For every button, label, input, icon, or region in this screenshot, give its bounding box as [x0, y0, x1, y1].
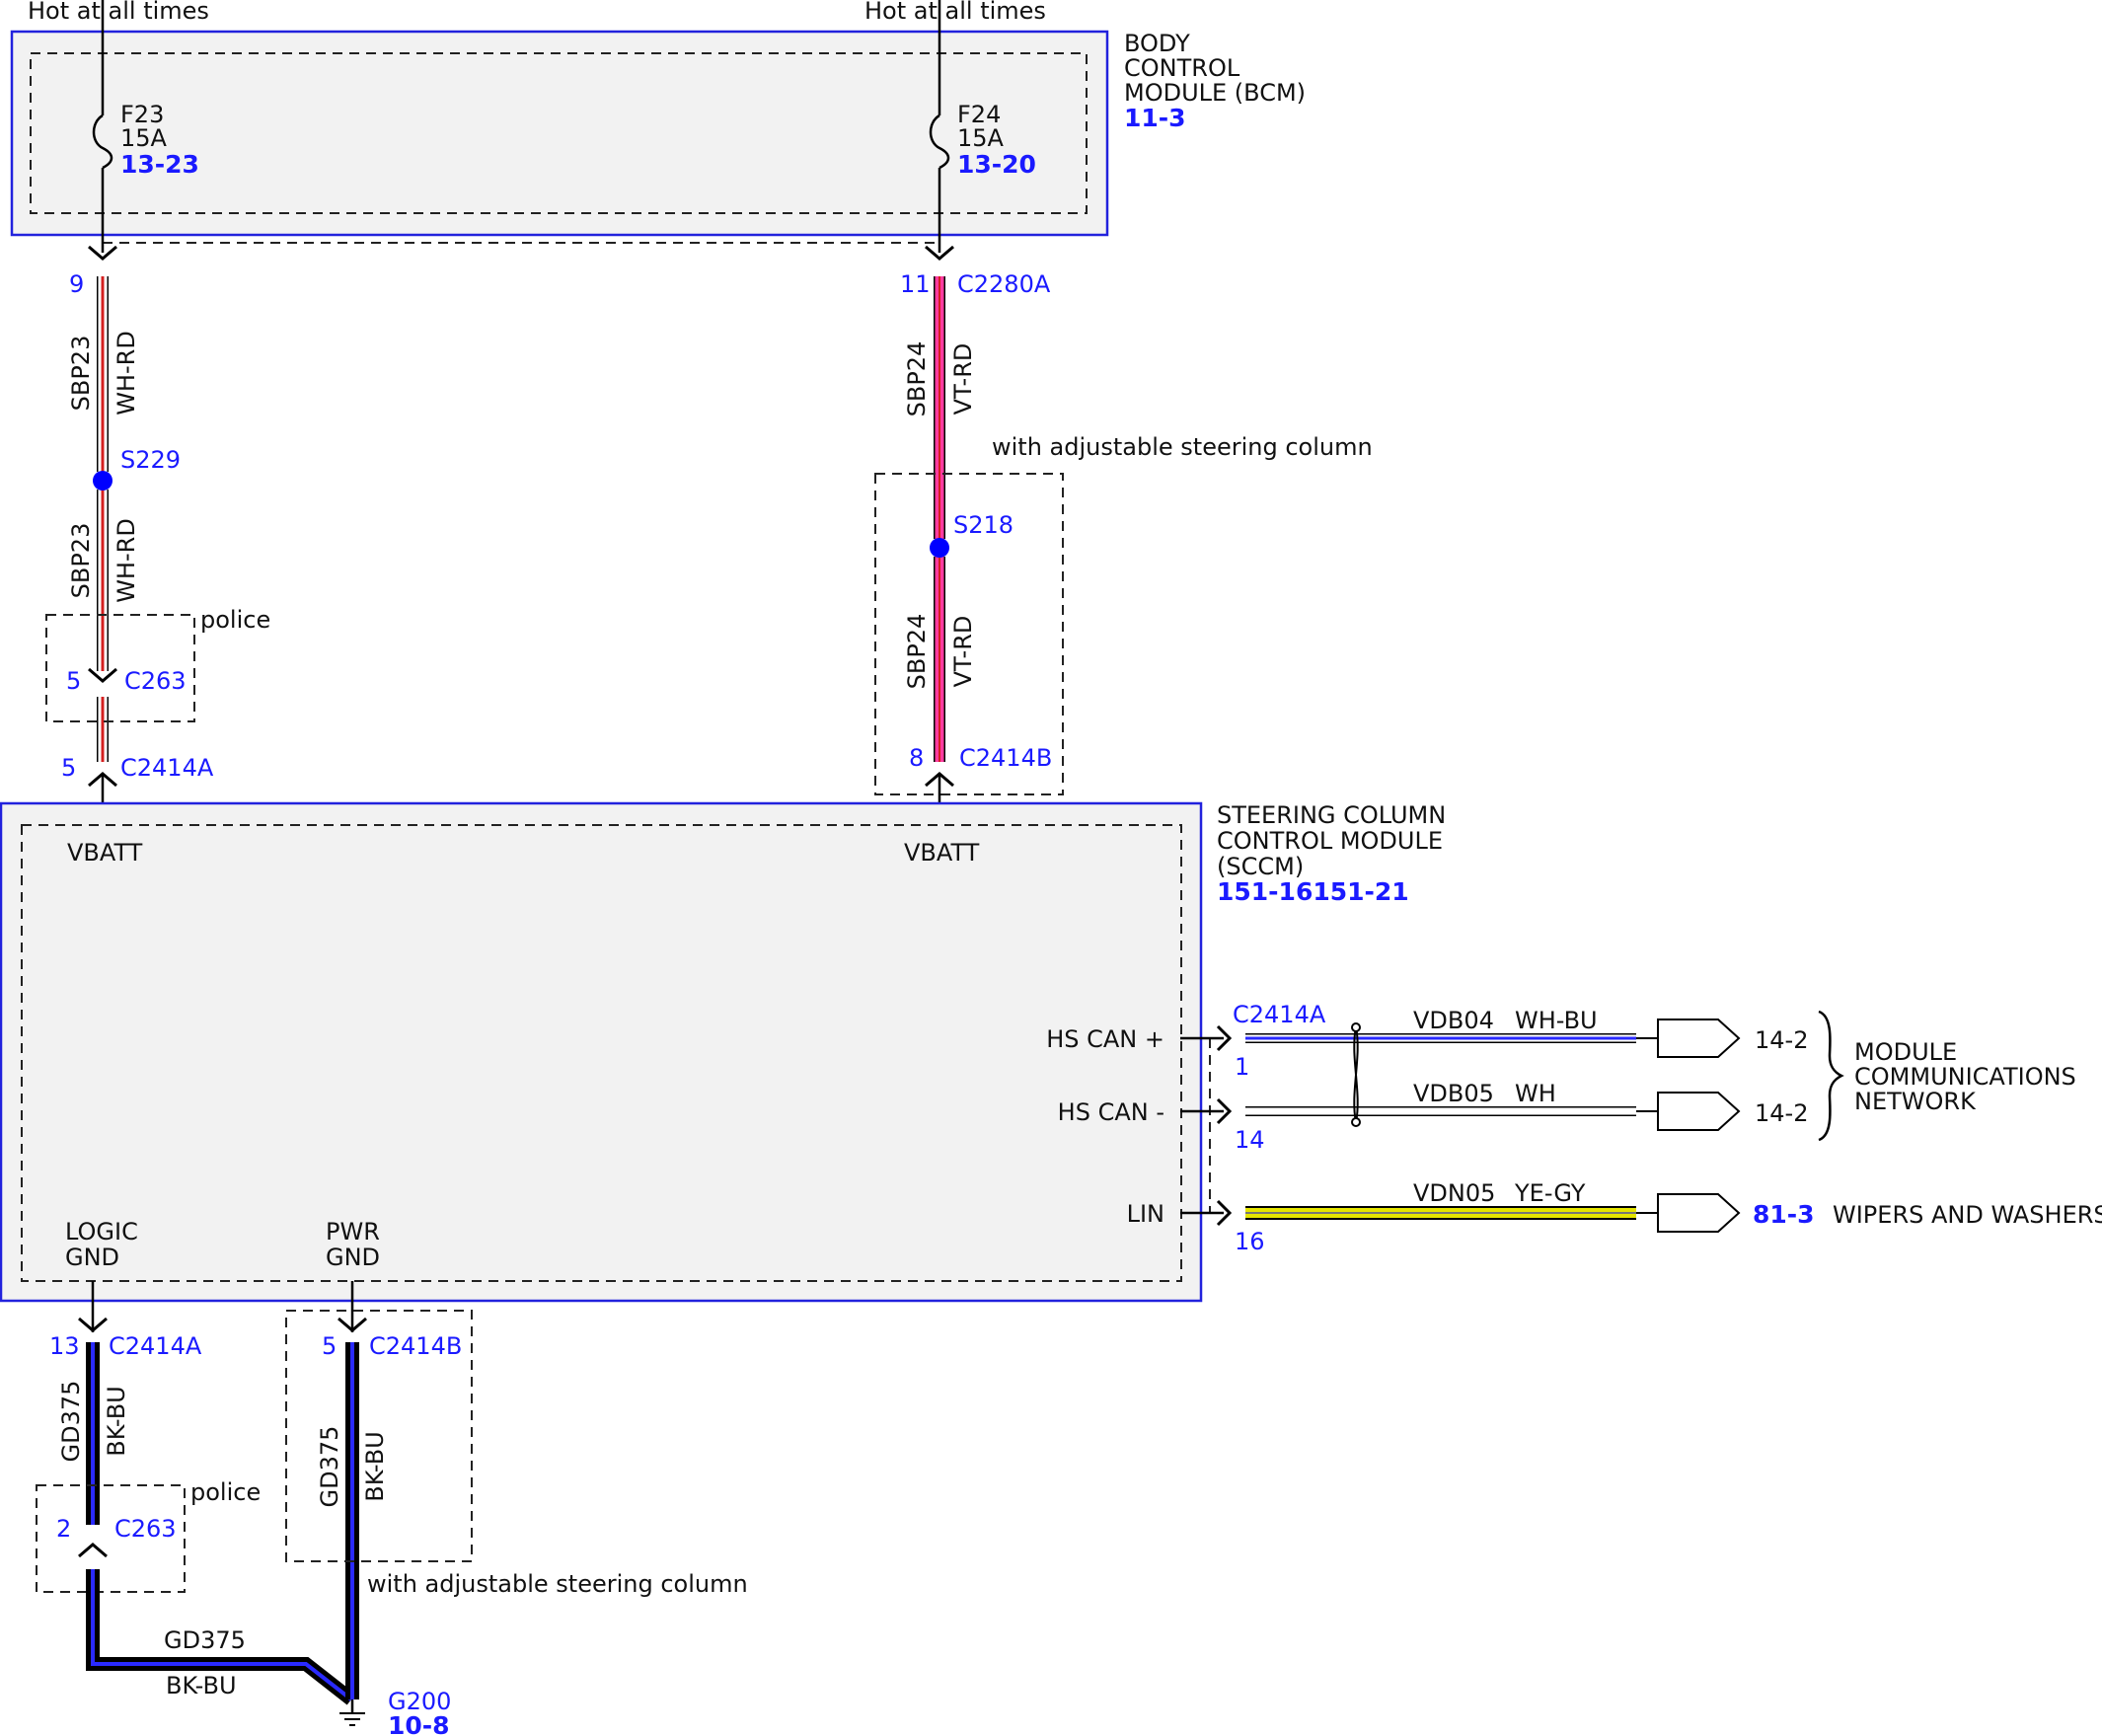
can-plus-pin: 1 [1235, 1053, 1249, 1081]
sccm-module[interactable] [0, 801, 1203, 1303]
bcm-title-line3: MODULE (BCM) [1124, 79, 1306, 107]
right-wire1-circuit: SBP24 [903, 341, 931, 417]
ground-g200-ref-link[interactable]: 10-8 [388, 1711, 450, 1736]
bcm-module[interactable] [10, 30, 1109, 237]
right-wire1-color: VT-RD [949, 343, 977, 415]
left-wire2-color: WH-RD [113, 518, 140, 603]
right-wire2-circuit: SBP24 [903, 614, 931, 690]
vdb05-color: WH [1515, 1080, 1556, 1107]
can-plus-destination-ref: 14-2 [1755, 1026, 1808, 1054]
logic-gnd-connector-label: C2414A [109, 1332, 202, 1360]
network-group-line2: COMMUNICATIONS [1854, 1063, 2076, 1091]
sccm-title-line3: (SCCM) [1217, 853, 1304, 880]
right-top-pin: 11 [900, 270, 931, 298]
vdb04-color: WH-BU [1515, 1007, 1598, 1034]
right-power-label: Hot at all times [864, 0, 1046, 25]
adjustable-column-option-label-top: with adjustable steering column [992, 433, 1373, 461]
pwr-gnd-wire-color: BK-BU [361, 1431, 389, 1502]
c263-bottom-connector-icon[interactable] [78, 1543, 108, 1558]
fuse-f24-rating: 15A [957, 124, 1005, 152]
sccm-logic-gnd-line2: GND [65, 1244, 119, 1271]
bcm-ref-link[interactable]: 11-3 [1124, 104, 1186, 132]
c2280a-connector-label: C2280A [957, 270, 1051, 298]
logic-gnd-wire-color: BK-BU [103, 1386, 130, 1457]
sccm-pwr-gnd-line2: GND [326, 1244, 380, 1271]
splice-s218-label: S218 [953, 511, 1013, 539]
splice-s229-label: S229 [120, 446, 181, 474]
splice-s229-icon[interactable] [93, 471, 113, 491]
c263-bottom-connector-label: C263 [114, 1515, 177, 1543]
logic-gnd-pin: 13 [49, 1332, 80, 1360]
sccm-lin: LIN [1127, 1200, 1164, 1228]
police-option-label-top: police [200, 606, 270, 634]
c2414b-vbatt-connector-label: C2414B [959, 744, 1052, 772]
left-wire1-circuit: SBP23 [67, 336, 95, 412]
can-plus-destination-icon[interactable] [1657, 1019, 1741, 1058]
left-wire1-color: WH-RD [113, 331, 140, 415]
network-group-line3: NETWORK [1854, 1088, 1977, 1115]
logic-gnd-bottom-color: BK-BU [166, 1672, 237, 1699]
can-minus-destination-icon[interactable] [1657, 1092, 1741, 1131]
network-brace-icon [1818, 1010, 1844, 1142]
adjustable-column-option-label-bottom: with adjustable steering column [367, 1570, 748, 1598]
vdn05-circuit: VDN05 [1413, 1179, 1495, 1207]
sccm-title-line1: STEERING COLUMN [1217, 801, 1446, 829]
fuse-f24-ref-link[interactable]: 13-20 [957, 150, 1036, 179]
c2414b-vbatt-pin: 8 [909, 744, 924, 772]
sccm-vbatt-right: VBATT [904, 839, 980, 867]
can-minus-destination-ref: 14-2 [1755, 1099, 1808, 1127]
lin-destination-ref-link[interactable]: 81-3 [1753, 1200, 1815, 1229]
c263-top-connector-label: C263 [124, 667, 187, 695]
left-wire2-circuit: SBP23 [67, 523, 95, 599]
sccm-logic-gnd-line1: LOGIC [65, 1218, 138, 1245]
network-c2414a-label: C2414A [1233, 1001, 1326, 1028]
wiring-diagram: BODY CONTROL MODULE (BCM) 11-3 Hot at al… [0, 0, 2102, 1736]
logic-gnd-wire-circuit: GD375 [57, 1381, 85, 1463]
vdb04-circuit: VDB04 [1413, 1007, 1494, 1034]
sccm-vbatt-left: VBATT [67, 839, 143, 867]
sccm-ref-link[interactable]: 151-16151-21 [1217, 877, 1409, 906]
bcm-title-line2: CONTROL [1124, 54, 1240, 82]
vdn05-color: YE-GY [1514, 1179, 1586, 1207]
c263-top-pin: 5 [66, 667, 81, 695]
sccm-pwr-gnd-line1: PWR [326, 1218, 380, 1245]
pwr-gnd-wire-circuit: GD375 [316, 1426, 343, 1508]
pwr-gnd-connector-label: C2414B [369, 1332, 462, 1360]
sccm-title-line2: CONTROL MODULE [1217, 827, 1443, 855]
c2414a-vbatt-connector-label: C2414A [120, 754, 214, 782]
fuse-f23-ref-link[interactable]: 13-23 [120, 150, 199, 179]
police-option-label-bottom: police [190, 1478, 261, 1506]
lin-destination-icon[interactable] [1657, 1193, 1741, 1233]
pwr-gnd-pin: 5 [322, 1332, 337, 1360]
network-group-line1: MODULE [1854, 1038, 1957, 1066]
c2414a-vbatt-pin: 5 [61, 754, 76, 782]
vdb05-circuit: VDB05 [1413, 1080, 1494, 1107]
left-power-label: Hot at all times [28, 0, 209, 25]
bcm-title-line1: BODY [1124, 30, 1190, 57]
right-wire2-color: VT-RD [949, 616, 977, 688]
lin-target-label: WIPERS AND WASHERS [1833, 1201, 2102, 1229]
fuse-f23-rating: 15A [120, 124, 168, 152]
sccm-hs-can-minus: HS CAN - [1058, 1098, 1164, 1126]
left-top-pin: 9 [69, 270, 84, 298]
c263-bottom-pin: 2 [56, 1515, 71, 1543]
can-minus-pin: 14 [1235, 1126, 1265, 1154]
sccm-hs-can-plus: HS CAN + [1046, 1025, 1164, 1053]
logic-gnd-bottom-circuit: GD375 [164, 1626, 246, 1654]
lin-pin: 16 [1235, 1228, 1265, 1255]
splice-s218-icon[interactable] [930, 538, 949, 558]
ground-g200-icon[interactable] [339, 1699, 365, 1726]
